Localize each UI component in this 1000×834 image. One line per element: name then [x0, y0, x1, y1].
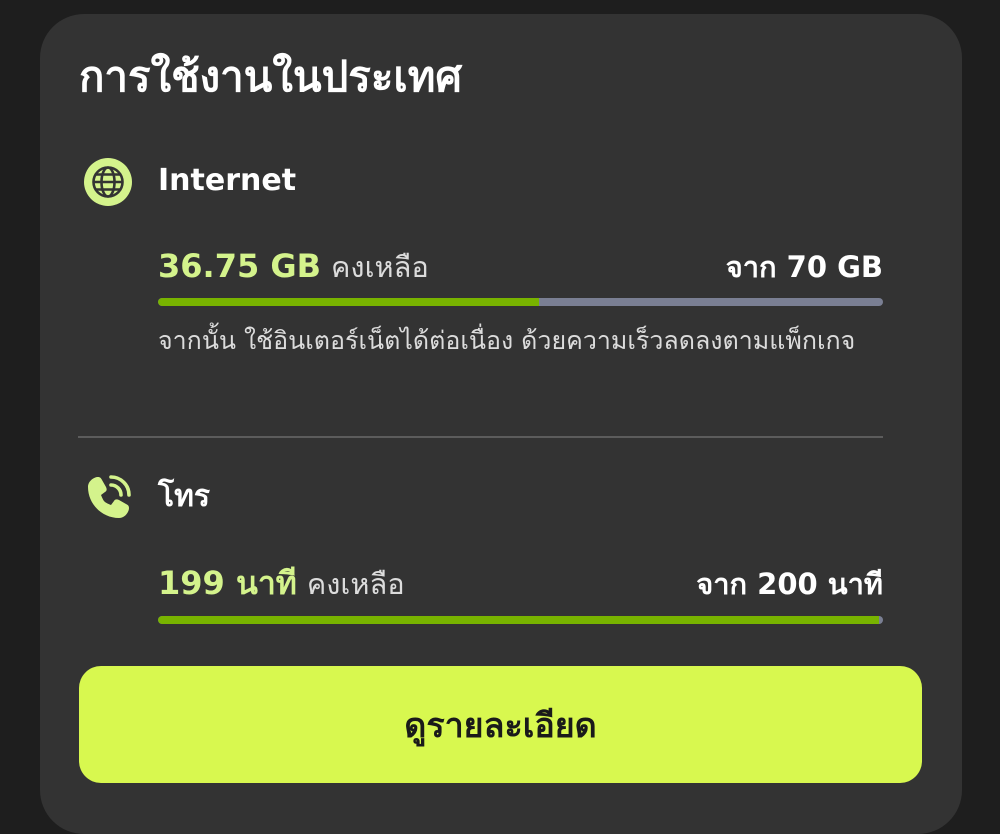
internet-remaining: 36.75 GB คงเหลือ	[158, 250, 429, 282]
internet-progress-fill	[158, 298, 539, 306]
phone-call-icon	[88, 475, 131, 518]
card-title: การใช้งานในประเทศ	[79, 52, 463, 101]
internet-label: Internet	[158, 163, 297, 198]
view-details-button[interactable]: ดูรายละเอียด	[79, 666, 922, 783]
internet-total: จาก 70 GB	[725, 250, 883, 284]
call-remaining-amount: 199 นาที	[158, 564, 297, 602]
globe-icon	[84, 158, 132, 206]
domestic-usage-card: การใช้งานในประเทศ Internet 36.75 GB คงเหล…	[40, 14, 962, 834]
internet-remaining-amount: 36.75 GB	[158, 247, 322, 285]
internet-usage-row: 36.75 GB คงเหลือ จาก 70 GB	[158, 242, 883, 282]
call-remaining-label: คงเหลือ	[306, 567, 405, 601]
internet-speed-note: จากนั้น ใช้อินเตอร์เน็ตได้ต่อเนื่อง ด้วย…	[158, 326, 856, 355]
call-label: โทร	[158, 479, 211, 514]
call-remaining: 199 นาที คงเหลือ	[158, 567, 405, 599]
internet-remaining-label: คงเหลือ	[331, 250, 429, 284]
call-usage-row: 199 นาที คงเหลือ จาก 200 นาที	[158, 559, 883, 599]
internet-progress-bar	[158, 298, 883, 306]
section-divider	[78, 436, 883, 438]
call-progress-bar	[158, 616, 883, 624]
call-progress-fill	[158, 616, 880, 624]
call-total: จาก 200 นาที	[696, 567, 883, 601]
